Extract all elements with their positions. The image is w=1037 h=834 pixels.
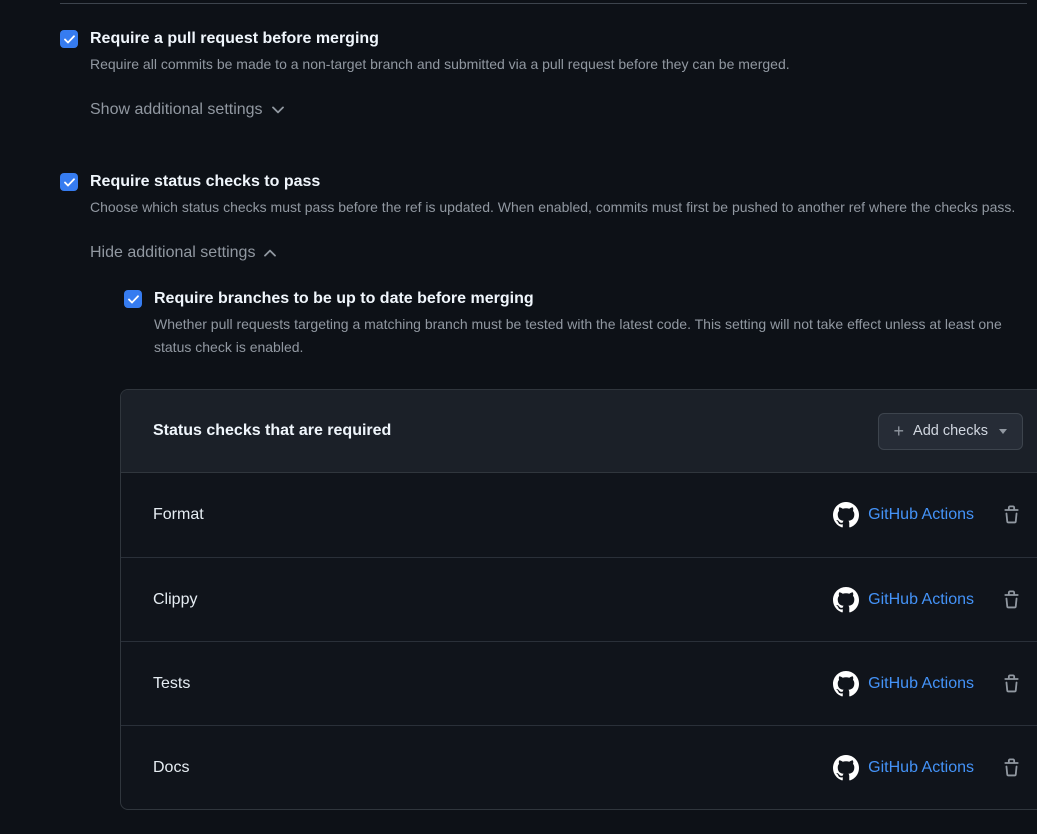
section-divider bbox=[60, 3, 1027, 4]
status-check-row: Tests GitHub Actions bbox=[121, 641, 1037, 725]
delete-check-button[interactable] bbox=[1000, 672, 1023, 696]
status-check-row: Format GitHub Actions bbox=[121, 473, 1037, 557]
panel-title: Status checks that are required bbox=[153, 422, 391, 440]
check-name: Tests bbox=[153, 675, 190, 693]
check-name: Clippy bbox=[153, 591, 197, 609]
show-additional-settings-toggle[interactable]: Show additional settings bbox=[90, 101, 284, 119]
check-source-link[interactable]: GitHub Actions bbox=[868, 675, 974, 693]
checkmark-icon bbox=[128, 295, 139, 304]
github-logo-icon bbox=[833, 755, 859, 781]
setting-description: Require all commits be made to a non-tar… bbox=[90, 53, 1027, 76]
check-source-link[interactable]: GitHub Actions bbox=[868, 506, 974, 524]
setting-require-status-checks: Require status checks to pass Choose whi… bbox=[60, 171, 1027, 810]
check-source-link[interactable]: GitHub Actions bbox=[868, 759, 974, 777]
add-checks-button[interactable]: + Add checks bbox=[878, 413, 1023, 450]
check-name: Docs bbox=[153, 759, 189, 777]
status-check-row: Clippy GitHub Actions bbox=[121, 557, 1037, 641]
check-source-link[interactable]: GitHub Actions bbox=[868, 591, 974, 609]
require-status-checks-checkbox[interactable] bbox=[60, 173, 78, 191]
github-logo-icon bbox=[833, 671, 859, 697]
delete-check-button[interactable] bbox=[1000, 756, 1023, 780]
setting-title: Require a pull request before merging bbox=[90, 28, 1027, 50]
trash-icon bbox=[1002, 590, 1021, 610]
hide-additional-settings-toggle[interactable]: Hide additional settings bbox=[90, 244, 276, 262]
status-checks-panel: Status checks that are required + Add ch… bbox=[120, 389, 1037, 810]
status-check-row: Docs GitHub Actions bbox=[121, 725, 1037, 809]
trash-icon bbox=[1002, 505, 1021, 525]
plus-icon: + bbox=[894, 422, 905, 440]
checkmark-icon bbox=[64, 35, 75, 44]
checkmark-icon bbox=[64, 178, 75, 187]
setting-title: Require status checks to pass bbox=[90, 171, 1027, 193]
status-checks-panel-header: Status checks that are required + Add ch… bbox=[121, 390, 1037, 473]
trash-icon bbox=[1002, 674, 1021, 694]
delete-check-button[interactable] bbox=[1000, 588, 1023, 612]
delete-check-button[interactable] bbox=[1000, 503, 1023, 527]
setting-require-up-to-date: Require branches to be up to date before… bbox=[124, 288, 1027, 359]
trash-icon bbox=[1002, 758, 1021, 778]
require-up-to-date-checkbox[interactable] bbox=[124, 290, 142, 308]
chevron-down-icon bbox=[272, 106, 284, 114]
setting-description: Choose which status checks must pass bef… bbox=[90, 196, 1027, 219]
toggle-label: Hide additional settings bbox=[90, 244, 255, 262]
add-checks-label: Add checks bbox=[913, 423, 988, 439]
setting-require-pull-request: Require a pull request before merging Re… bbox=[60, 28, 1027, 119]
check-name: Format bbox=[153, 506, 204, 524]
github-logo-icon bbox=[833, 587, 859, 613]
dropdown-caret-icon bbox=[999, 429, 1007, 434]
github-logo-icon bbox=[833, 502, 859, 528]
setting-title: Require branches to be up to date before… bbox=[154, 288, 1027, 310]
require-pull-request-checkbox[interactable] bbox=[60, 30, 78, 48]
branch-rules-settings: Require a pull request before merging Re… bbox=[0, 3, 1037, 810]
chevron-up-icon bbox=[264, 249, 276, 257]
setting-description: Whether pull requests targeting a matchi… bbox=[154, 313, 1027, 359]
toggle-label: Show additional settings bbox=[90, 101, 263, 119]
